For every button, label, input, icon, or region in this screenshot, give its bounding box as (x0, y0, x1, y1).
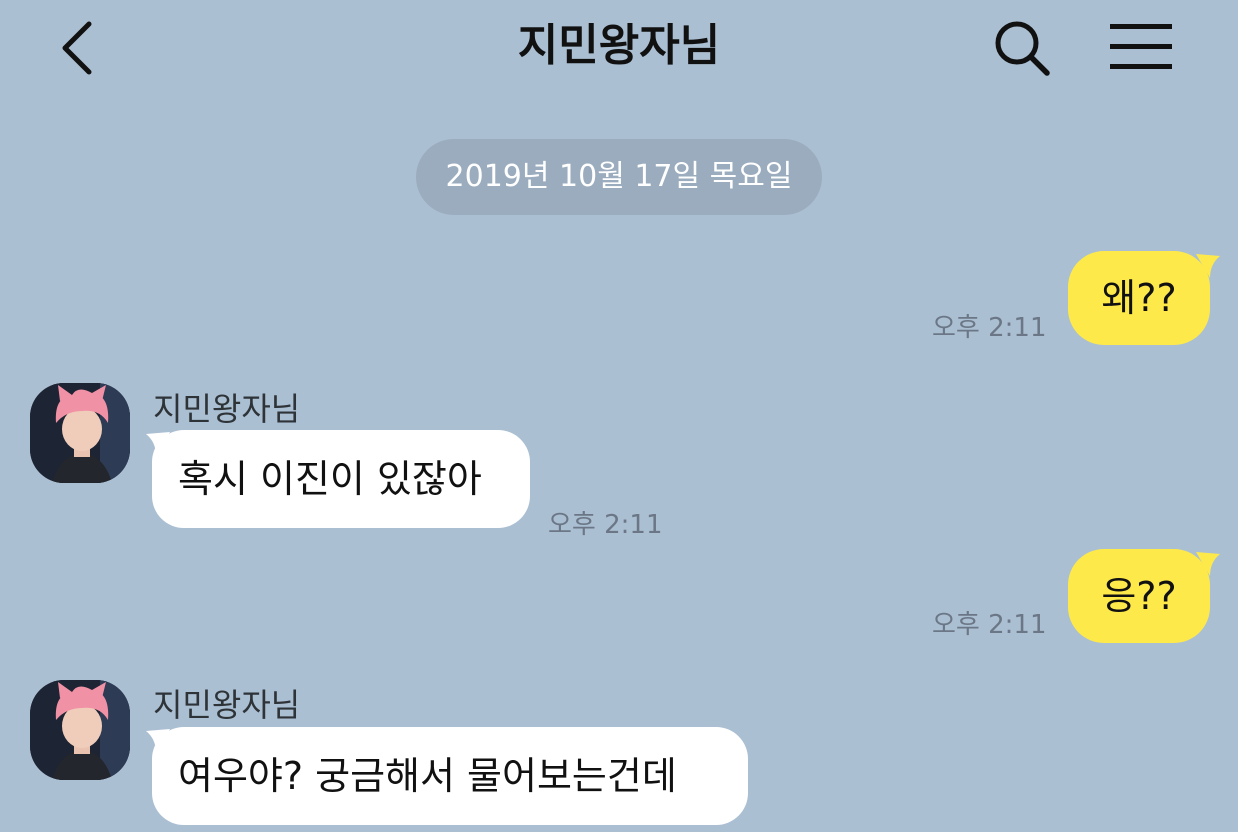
menu-button[interactable] (1106, 18, 1178, 76)
message-text: 응?? (1101, 574, 1177, 618)
profile-photo-icon (30, 680, 130, 780)
avatar[interactable] (30, 680, 130, 780)
search-icon (995, 21, 1050, 76)
profile-photo-icon (30, 383, 130, 483)
message-time: 오후 2:11 (932, 610, 1047, 640)
message-time: 오후 2:11 (932, 313, 1047, 343)
avatar[interactable] (30, 383, 130, 483)
my-message-bubble[interactable]: 응?? (1068, 549, 1210, 643)
their-message-bubble[interactable]: 여우야? 궁금해서 물어보는건데 (152, 727, 748, 825)
search-button[interactable] (990, 16, 1054, 80)
my-message-bubble[interactable]: 왜?? (1068, 251, 1210, 345)
bubble-tail (1196, 254, 1220, 278)
message-text: 혹시 이진이 있잖아 (178, 457, 482, 501)
chat-header: 지민왕자님 (0, 0, 1238, 95)
message-text: 왜?? (1101, 276, 1177, 320)
date-divider: 2019년 10월 17일 목요일 (416, 139, 822, 215)
sender-name: 지민왕자님 (153, 390, 301, 428)
menu-icon (1110, 24, 1172, 69)
sender-name: 지민왕자님 (153, 686, 301, 724)
bubble-tail (1196, 552, 1220, 576)
message-text: 여우야? 궁금해서 물어보는건데 (178, 754, 677, 798)
their-message-bubble[interactable]: 혹시 이진이 있잖아 (152, 430, 530, 528)
message-time: 오후 2:11 (548, 510, 663, 540)
